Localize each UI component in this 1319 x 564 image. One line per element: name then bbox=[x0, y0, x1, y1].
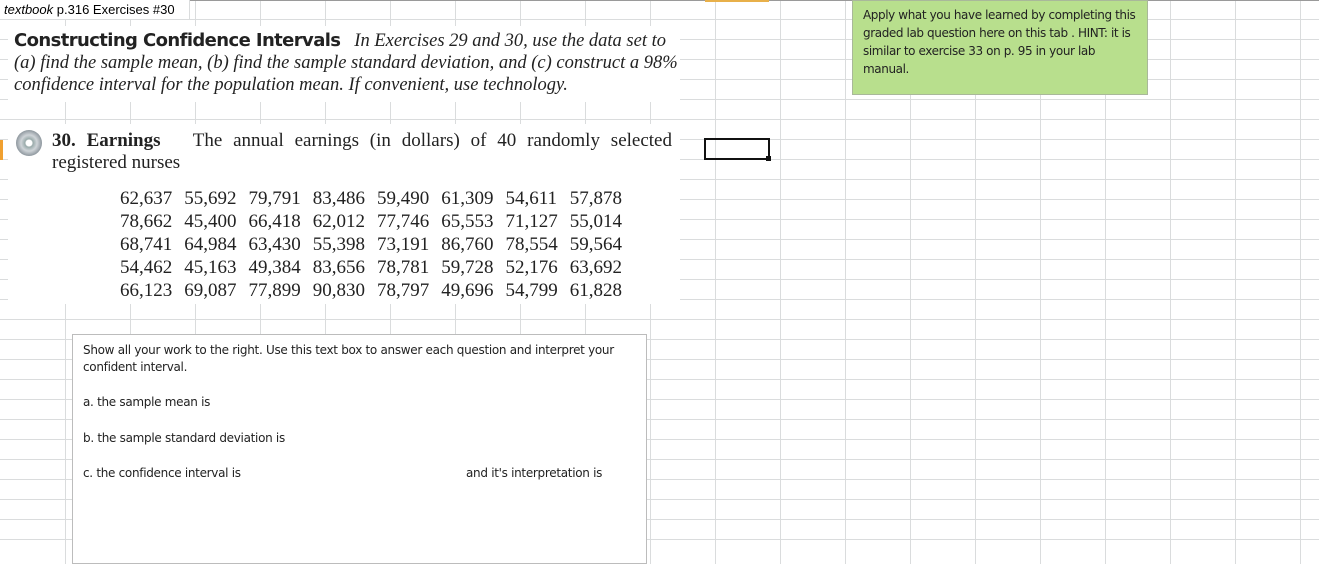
data-cell: 55,398 bbox=[312, 234, 365, 255]
data-cell: 78,797 bbox=[377, 280, 430, 301]
data-cell: 59,490 bbox=[377, 188, 430, 209]
answer-c-interpretation: and it's interpretation is bbox=[466, 466, 603, 480]
data-row: 54,462 45,163 49,384 83,656 78,781 59,728 52,1… bbox=[116, 256, 630, 279]
data-cell: 83,656 bbox=[312, 257, 365, 278]
data-cell: 61,828 bbox=[569, 280, 622, 301]
exercise-30: 30. Earnings The annual earnings (in dol… bbox=[52, 130, 672, 174]
data-cell: 64,984 bbox=[184, 234, 237, 255]
data-cell: 49,696 bbox=[441, 280, 494, 301]
cell-label-italic: textbook bbox=[4, 2, 54, 17]
data-cell: 45,400 bbox=[184, 211, 237, 232]
data-cell: 62,637 bbox=[120, 188, 173, 209]
data-row: 62,637 55,692 79,791 83,486 59,490 61,309 54,6… bbox=[116, 187, 630, 210]
selected-cell[interactable] bbox=[704, 138, 770, 160]
data-cell: 61,309 bbox=[441, 188, 494, 209]
data-cell: 90,830 bbox=[312, 280, 365, 301]
answer-b: b. the sample standard deviation is bbox=[83, 431, 285, 445]
data-cell: 49,384 bbox=[248, 257, 301, 278]
data-cell: 55,014 bbox=[569, 211, 622, 232]
data-cell: 77,746 bbox=[377, 211, 430, 232]
data-cell: 78,662 bbox=[120, 211, 173, 232]
answer-c: c. the confidence interval is bbox=[83, 466, 241, 480]
data-cell: 65,553 bbox=[441, 211, 494, 232]
row-marker bbox=[0, 140, 3, 160]
data-cell: 63,430 bbox=[248, 234, 301, 255]
data-cell: 52,176 bbox=[505, 257, 558, 278]
data-cell: 59,728 bbox=[441, 257, 494, 278]
heading-title: Constructing Confidence Intervals bbox=[14, 30, 341, 51]
data-cell: 68,741 bbox=[120, 234, 173, 255]
instruction-note-box[interactable]: Apply what you have learned by completin… bbox=[852, 0, 1148, 95]
data-cell: 63,692 bbox=[569, 257, 622, 278]
answer-a: a. the sample mean is bbox=[83, 395, 211, 409]
exercise-heading: Constructing Confidence Intervals In Exe… bbox=[14, 30, 684, 96]
data-cell: 78,781 bbox=[377, 257, 430, 278]
data-cell: 57,878 bbox=[569, 188, 622, 209]
data-cell: 45,163 bbox=[184, 257, 237, 278]
data-cell: 79,791 bbox=[248, 188, 301, 209]
answer-text-box[interactable]: Show all your work to the right. Use thi… bbox=[72, 334, 647, 564]
data-cell: 66,418 bbox=[248, 211, 301, 232]
data-cell: 54,799 bbox=[505, 280, 558, 301]
exercise-title: Earnings bbox=[86, 130, 161, 151]
active-column-marker bbox=[705, 0, 769, 2]
earnings-data-table: 62,637 55,692 79,791 83,486 59,490 61,309 54,6… bbox=[116, 187, 630, 302]
fill-handle[interactable] bbox=[766, 156, 771, 161]
data-cell: 55,692 bbox=[184, 188, 237, 209]
data-cell: 71,127 bbox=[505, 211, 558, 232]
data-cell: 78,554 bbox=[505, 234, 558, 255]
data-cell: 77,899 bbox=[248, 280, 301, 301]
data-cell: 86,760 bbox=[441, 234, 494, 255]
data-row: 78,662 45,400 66,418 62,012 77,746 65,553 71,1… bbox=[116, 210, 630, 233]
data-cell: 69,087 bbox=[184, 280, 237, 301]
data-cell: 62,012 bbox=[312, 211, 365, 232]
data-row: 68,741 64,984 63,430 55,398 73,191 86,760 78,5… bbox=[116, 233, 630, 256]
data-cell: 54,462 bbox=[120, 257, 173, 278]
cell-label-text: p.316 Exercises #30 bbox=[53, 2, 175, 17]
cd-icon bbox=[16, 130, 42, 156]
data-cell: 54,611 bbox=[505, 188, 558, 209]
exercise-number: 30. bbox=[52, 130, 76, 151]
data-cell: 59,564 bbox=[569, 234, 622, 255]
cell-a1[interactable]: textbook p.316 Exercises #30 bbox=[0, 0, 190, 19]
data-cell: 66,123 bbox=[120, 280, 173, 301]
data-cell: 83,486 bbox=[312, 188, 365, 209]
data-row: 66,123 69,087 77,899 90,830 78,797 49,696 54,7… bbox=[116, 279, 630, 302]
answer-intro: Show all your work to the right. Use thi… bbox=[83, 343, 614, 374]
data-cell: 73,191 bbox=[377, 234, 430, 255]
